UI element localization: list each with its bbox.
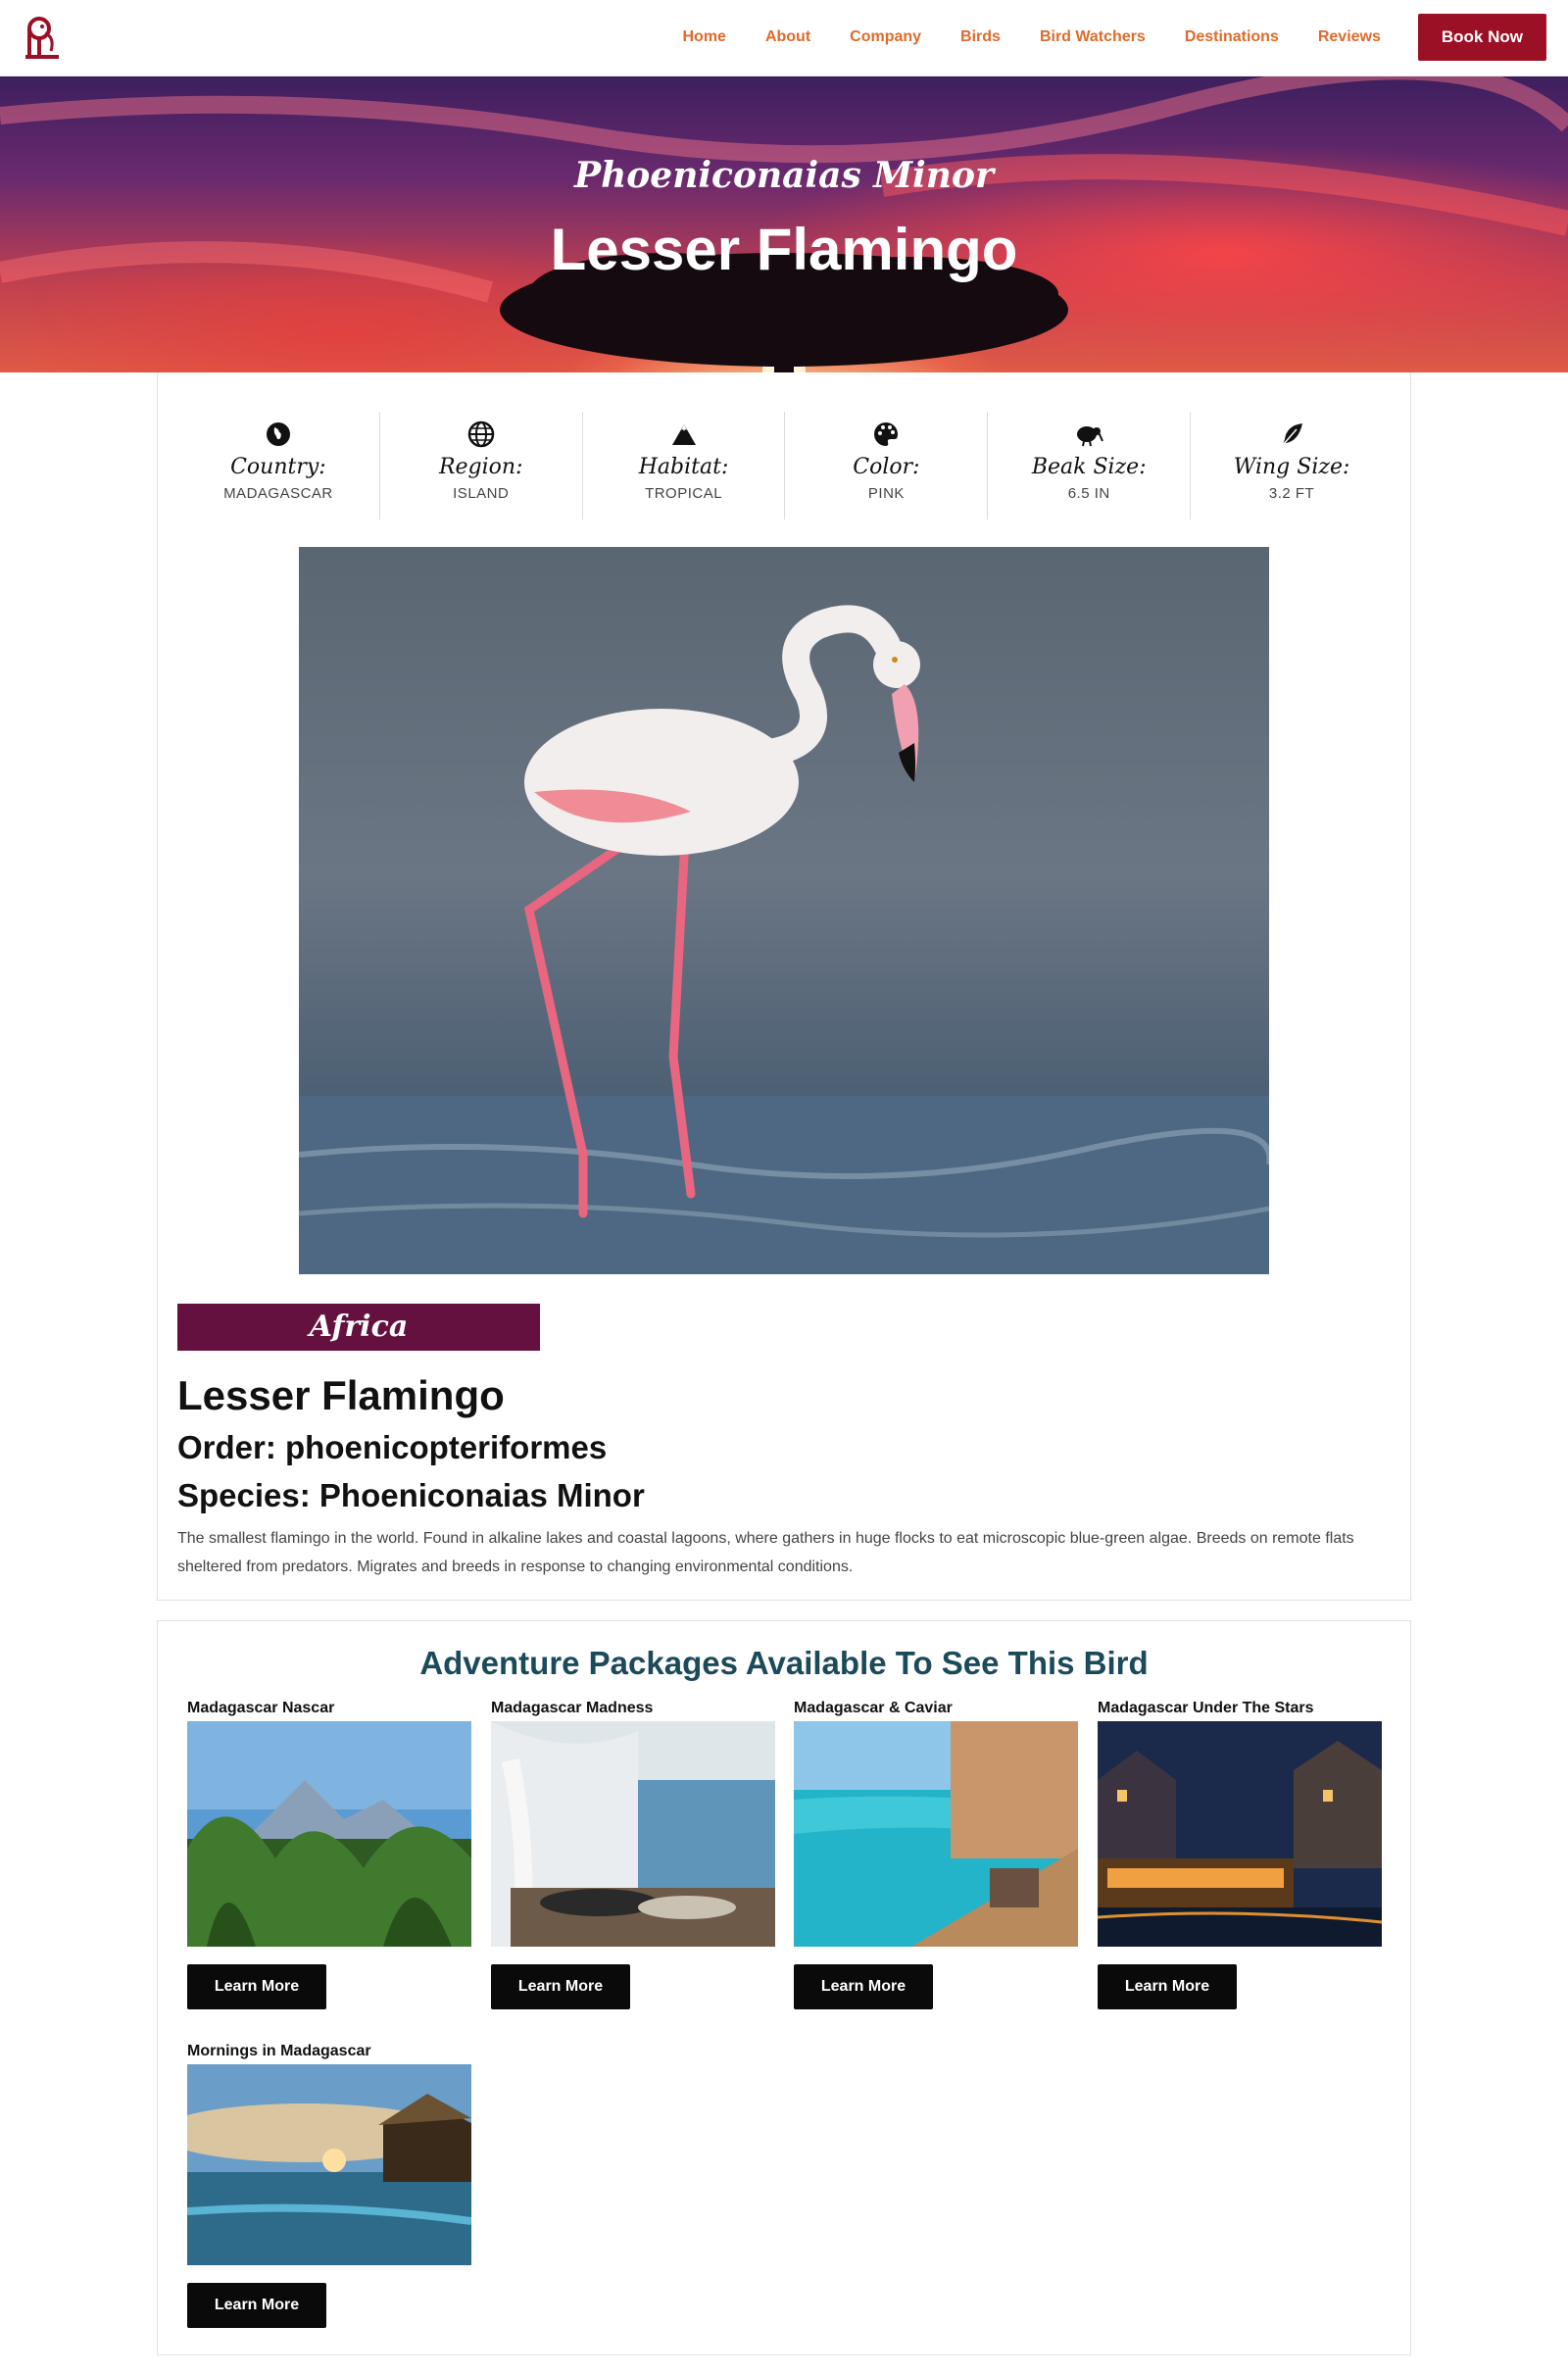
globe-africa-icon bbox=[266, 422, 290, 446]
package-card: Madagascar & Caviar Learn More bbox=[794, 1700, 1078, 2009]
learn-more-button[interactable]: Learn More bbox=[491, 1964, 630, 2009]
palette-icon bbox=[874, 422, 899, 446]
package-image-canopy-bed[interactable] bbox=[491, 1721, 775, 1947]
package-card: Mornings in Madagascar Learn More bbox=[187, 2043, 471, 2328]
fact-color: Color: PINK bbox=[785, 412, 989, 520]
package-name: Madagascar Madness bbox=[491, 1700, 654, 1716]
package-name: Madagascar Nascar bbox=[187, 1700, 335, 1716]
fact-label: Beak Size: bbox=[1031, 455, 1147, 479]
package-name: Madagascar & Caviar bbox=[794, 1700, 953, 1716]
learn-more-button[interactable]: Learn More bbox=[187, 2283, 326, 2328]
fact-value: TROPICAL bbox=[645, 485, 723, 502]
packages-heading: Adventure Packages Available To See This… bbox=[419, 1645, 1149, 1681]
globe-grid-icon bbox=[467, 421, 494, 448]
fact-label: Region: bbox=[438, 455, 523, 479]
hero-banner: Phoeniconaias Minor Lesser Flamingo bbox=[0, 76, 1568, 372]
flamingo-photo bbox=[299, 547, 1269, 1274]
adventure-packages-section: Adventure Packages Available To See This… bbox=[157, 1620, 1411, 2355]
package-image-jungle[interactable] bbox=[187, 1721, 471, 1947]
fact-label: Color: bbox=[853, 455, 920, 479]
fact-value: ISLAND bbox=[453, 485, 510, 502]
fact-wing-size: Wing Size: 3.2 FT bbox=[1191, 412, 1393, 520]
fact-value: PINK bbox=[867, 485, 905, 502]
bird-detail-card: Country: MADAGASCAR Region: ISLAND Habit… bbox=[157, 372, 1411, 1601]
bird-logo-icon[interactable] bbox=[18, 14, 67, 63]
nav-bird-watchers[interactable]: Bird Watchers bbox=[1040, 28, 1146, 46]
learn-more-button[interactable]: Learn More bbox=[1098, 1964, 1237, 2009]
nav-reviews[interactable]: Reviews bbox=[1318, 28, 1381, 46]
hero-subtitle: Phoeniconaias Minor bbox=[574, 155, 994, 196]
nav-about[interactable]: About bbox=[765, 28, 810, 46]
bird-name: Lesser Flamingo bbox=[177, 1372, 505, 1418]
book-now-button[interactable]: Book Now bbox=[1417, 14, 1546, 61]
fact-region: Region: ISLAND bbox=[380, 412, 583, 520]
main-nav: Home About Company Birds Bird Watchers D… bbox=[662, 14, 1546, 61]
bird-description: The smallest flamingo in the world. Foun… bbox=[177, 1530, 1354, 1575]
fact-strip: Country: MADAGASCAR Region: ISLAND Habit… bbox=[177, 412, 1393, 520]
learn-more-button[interactable]: Learn More bbox=[187, 1964, 326, 2009]
nav-destinations[interactable]: Destinations bbox=[1185, 28, 1279, 46]
nav-home[interactable]: Home bbox=[682, 28, 725, 46]
bird-order: Order: phoenicopteriformes bbox=[177, 1429, 608, 1465]
package-card: Madagascar Under The Stars Learn More bbox=[1098, 1700, 1382, 2009]
package-image-sunset-bungalow[interactable] bbox=[187, 2064, 471, 2265]
package-image-overwater-deck[interactable] bbox=[794, 1721, 1078, 1947]
package-name: Mornings in Madagascar bbox=[187, 2043, 371, 2059]
feather-icon bbox=[1282, 423, 1303, 446]
package-name: Madagascar Under The Stars bbox=[1098, 1700, 1314, 1716]
fact-label: Habitat: bbox=[638, 455, 729, 479]
nav-birds[interactable]: Birds bbox=[960, 28, 1001, 46]
fact-value: 3.2 FT bbox=[1268, 485, 1315, 502]
bird-species: Species: Phoeniconaias Minor bbox=[177, 1477, 645, 1513]
package-card: Madagascar Madness Learn More bbox=[491, 1700, 775, 2009]
kiwi-bird-icon bbox=[1077, 426, 1104, 447]
fact-value: 6.5 IN bbox=[1067, 485, 1110, 502]
fact-value: MADAGASCAR bbox=[223, 485, 333, 502]
fact-habitat: Habitat: TROPICAL bbox=[583, 412, 786, 520]
mountain-icon bbox=[671, 424, 696, 445]
fact-label: Country: bbox=[230, 455, 326, 479]
region-banner: Africa bbox=[177, 1304, 540, 1351]
site-header: Home About Company Birds Bird Watchers D… bbox=[0, 0, 1568, 76]
package-card: Madagascar Nascar Learn More bbox=[187, 1700, 471, 2009]
package-image-night-town[interactable] bbox=[1098, 1721, 1382, 1947]
learn-more-button[interactable]: Learn More bbox=[794, 1964, 933, 2009]
fact-beak-size: Beak Size: 6.5 IN bbox=[988, 412, 1192, 520]
hero-title: Lesser Flamingo bbox=[550, 217, 1018, 282]
flamingo-illustration bbox=[299, 605, 1269, 1274]
nav-company[interactable]: Company bbox=[850, 28, 921, 46]
fact-label: Wing Size: bbox=[1233, 455, 1350, 479]
fact-country: Country: MADAGASCAR bbox=[177, 412, 380, 520]
